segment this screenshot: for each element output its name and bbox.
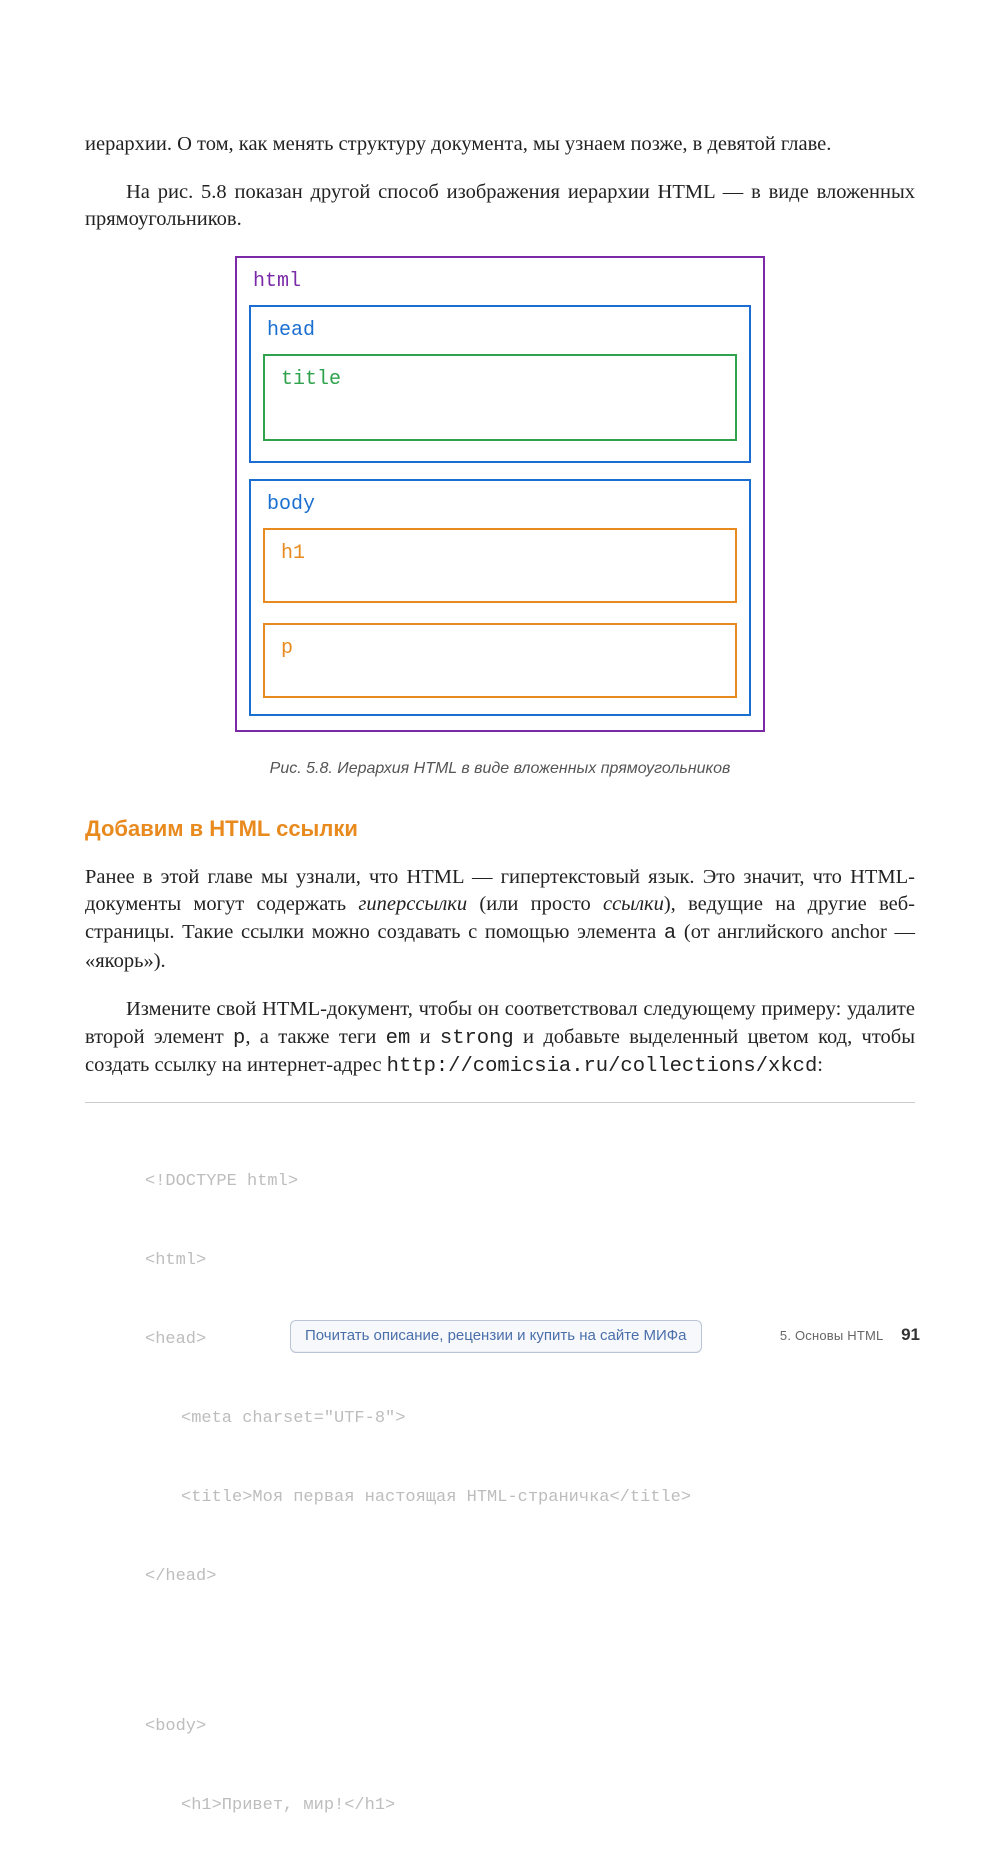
fig-box-html: html head title body h1 p — [235, 256, 765, 732]
code-line-5: <title>Моя первая настоящая HTML-странич… — [85, 1485, 915, 1511]
p2-text-b: , а также теги — [245, 1026, 385, 1048]
p2-text-e: : — [817, 1054, 823, 1076]
figure-5-8: html head title body h1 p — [235, 256, 765, 732]
p1-text-b: (или просто — [467, 893, 603, 915]
code-line-6: </head> — [85, 1564, 915, 1590]
section-p1: Ранее в этой главе мы узнали, что HTML —… — [85, 864, 915, 976]
intro-p1: иерархии. О том, как менять структуру до… — [85, 131, 915, 159]
code-line-7: <body> — [85, 1714, 915, 1740]
fig-label-h1: h1 — [277, 540, 723, 573]
code-line-1: <!DOCTYPE html> — [85, 1169, 915, 1195]
buy-on-mif-button[interactable]: Почитать описание, рецензии и купить на … — [290, 1320, 702, 1353]
code-line-2: <html> — [85, 1248, 915, 1274]
page-number: 91 — [901, 1325, 920, 1344]
figure-caption: Рис. 5.8. Иерархия HTML в виде вложенных… — [85, 758, 915, 780]
p2-strong-tag: strong — [440, 1027, 514, 1050]
p1-a-tag: a — [664, 922, 676, 945]
code-line-4: <meta charset="UTF-8"> — [85, 1406, 915, 1432]
p2-p-tag: p — [233, 1027, 245, 1050]
fig-label-body: body — [263, 491, 737, 524]
code-line-8: <h1>Привет, мир!</h1> — [85, 1793, 915, 1819]
section-heading: Добавим в HTML ссылки — [85, 814, 915, 844]
footer-section-name: 5. Основы HTML — [780, 1328, 884, 1343]
book-page: иерархии. О том, как менять структуру до… — [0, 0, 1000, 1383]
fig-box-p: p — [263, 623, 737, 698]
p2-em-tag: em — [386, 1027, 411, 1050]
page-footer: 5. Основы HTML 91 — [780, 1324, 920, 1347]
p1-hyperlinks: гиперссылки — [358, 893, 467, 915]
code-listing: <!DOCTYPE html> <html> <head> <meta char… — [85, 1102, 915, 1872]
fig-box-h1: h1 — [263, 528, 737, 603]
fig-label-html: html — [249, 268, 751, 301]
code-blank — [85, 1643, 915, 1661]
p2-url: http://comicsia.ru/collections/xkcd — [387, 1055, 818, 1078]
section-p2: Измените свой HTML-документ, чтобы он со… — [85, 996, 915, 1081]
fig-box-head: head title — [249, 305, 751, 463]
intro-p2: На рис. 5.8 показан другой способ изобра… — [85, 179, 915, 234]
fig-box-title: title — [263, 354, 737, 441]
fig-label-title: title — [277, 366, 723, 399]
p1-links: ссылки — [603, 893, 664, 915]
p2-text-c: и — [410, 1026, 440, 1048]
fig-label-p: p — [277, 635, 723, 668]
fig-box-body: body h1 p — [249, 479, 751, 716]
fig-label-head: head — [263, 317, 737, 350]
